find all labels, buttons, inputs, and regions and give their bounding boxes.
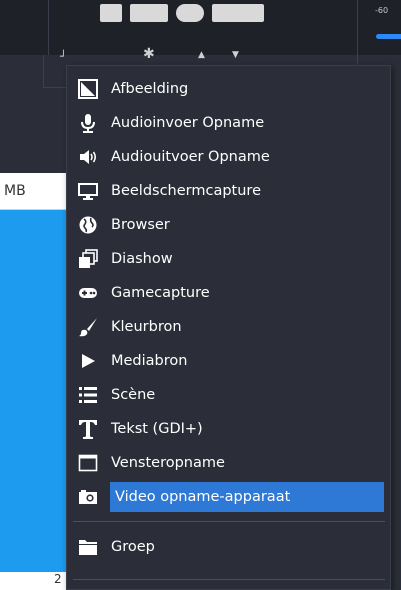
gear-icon[interactable]: ✱ [143,46,155,62]
microphone-icon [73,108,103,138]
camera-icon [73,482,103,512]
list-icon [73,380,103,410]
meter-scale-label: -60 [375,6,389,15]
dark-panel-gap [0,125,66,173]
menu-item-kleurbron[interactable]: Kleurbron [73,312,383,342]
menu-item-browser[interactable]: Browser [73,210,383,240]
paintbrush-icon [73,312,103,342]
audio-meter: -60 [358,0,401,55]
menu-item-label: Audioinvoer Opname [111,115,265,131]
menu-separator [73,521,385,522]
menu-item-label: Afbeelding [111,81,189,97]
meter-level-bar [376,34,401,39]
menu-item-audiouitvoer-opname[interactable]: Audiouitvoer Opname [73,142,383,172]
menu-item-label: Tekst (GDI+) [111,421,203,437]
menu-item-label: Gamecapture [111,285,210,301]
move-up-icon[interactable]: ▲ [198,50,205,60]
gamepad-icon [73,278,103,308]
menu-item-label: Beeldschermcapture [111,183,261,199]
menu-item-diashow[interactable]: Diashow [73,244,383,274]
camera-preview-icon [212,4,264,22]
slideshow-icon [73,244,103,274]
top-panel [0,0,401,55]
window-icon [73,448,103,478]
folder-icon [73,532,103,562]
image-preview-icon [100,4,122,22]
status-strip: 2 [0,572,66,590]
menu-item-gamecapture[interactable]: Gamecapture [73,278,383,308]
globe-preview-icon [176,4,204,22]
menu-item-tekst-gdi[interactable]: Tekst (GDI+) [73,414,383,444]
play-icon [73,346,103,376]
monitor-preview-icon [130,4,168,22]
move-down-icon[interactable]: ▼ [232,50,239,60]
source-type-icons [100,0,264,22]
properties-strip: MB [0,173,66,210]
add-source-icon[interactable]: ┘ [60,50,67,63]
image-icon [73,74,103,104]
monitor-icon [73,176,103,206]
menu-item-beeldschermcapture[interactable]: Beeldschermcapture [73,176,383,206]
menu-item-label: Vensteropname [111,455,225,471]
panel-divider [48,0,49,55]
menu-item-video-opname-apparaat[interactable]: Video opname-apparaat [79,482,384,512]
status-text: 2 [54,572,62,586]
menu-item-vensteropname[interactable]: Vensteropname [73,448,383,478]
text-icon [73,414,103,444]
globe-icon [73,210,103,240]
menu-item-audioinvoer-opname[interactable]: Audioinvoer Opname [73,108,383,138]
preview-area [0,210,66,572]
menu-item-label: Audiouitvoer Opname [111,149,270,165]
menu-item-label: Groep [111,539,155,555]
menu-item-label: Browser [111,217,170,233]
menu-item-label: Scène [111,387,156,403]
menu-item-scene[interactable]: Scène [73,380,383,410]
menu-separator [73,579,385,580]
menu-item-label: Video opname-apparaat [115,489,291,505]
menu-item-afbeelding[interactable]: Afbeelding [73,74,383,104]
size-unit-label: MB [4,183,26,199]
menu-item-label: Diashow [111,251,173,267]
add-source-context-menu: Afbeelding Audioinvoer Opname Audiouitvo… [66,65,391,590]
speaker-icon [73,142,103,172]
menu-item-mediabron[interactable]: Mediabron [73,346,383,376]
menu-item-groep[interactable]: Groep [73,532,383,562]
menu-item-label: Mediabron [111,353,188,369]
menu-item-label: Kleurbron [111,319,182,335]
